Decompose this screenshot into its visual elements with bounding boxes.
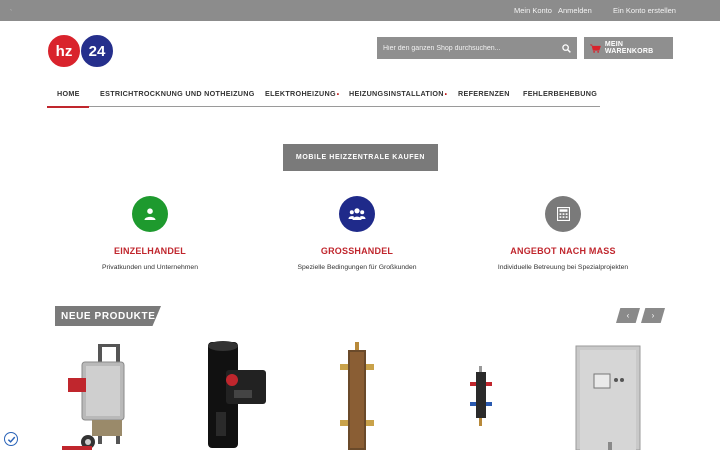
product-image-electric-boiler[interactable]	[574, 344, 642, 450]
nav-estrichtrocknung[interactable]: ESTRICHTROCKNUNG UND NOTHEIZUNG	[100, 89, 255, 98]
search-input[interactable]	[377, 37, 555, 59]
feature-subtitle: Spezielle Bedingungen für Großkunden	[297, 264, 417, 271]
logo-hz: hz	[47, 34, 81, 68]
create-account-link[interactable]: Ein Konto erstellen	[613, 6, 676, 15]
new-products-heading: NEUE PRODUKTE	[55, 306, 161, 326]
products-next-button[interactable]: ›	[641, 308, 665, 323]
logo-24: 24	[80, 34, 114, 68]
check-icon	[7, 436, 15, 443]
submenu-indicator-icon: •	[444, 92, 448, 98]
trust-badge[interactable]	[4, 432, 18, 446]
feature-angebot[interactable]: ANGEBOT NACH MASS Individuelle Betreuung…	[463, 196, 663, 271]
users-icon	[339, 196, 375, 232]
nav-fehlerbehebung[interactable]: FEHLERBEHEBUNG	[523, 89, 597, 98]
cart-icon	[590, 44, 601, 53]
feature-einzelhandel[interactable]: EINZELHANDEL Privatkunden und Unternehme…	[50, 196, 250, 271]
nav-home[interactable]: HOME	[57, 89, 80, 98]
product-image-pump-module[interactable]	[200, 340, 272, 450]
feature-title: EINZELHANDEL	[114, 246, 186, 256]
product-image-mobile-heater[interactable]	[58, 338, 142, 450]
my-account-link[interactable]: Mein Konto	[514, 6, 552, 15]
cart-label: MEIN WARENKORB	[604, 41, 654, 55]
product-image-hydraulic-separator[interactable]	[340, 342, 374, 450]
buy-mobile-heating-button[interactable]: MOBILE HEIZZENTRALE KAUFEN	[283, 144, 438, 171]
cart-button[interactable]: MEIN WARENKORB	[584, 37, 673, 59]
logo[interactable]: hz 24	[47, 34, 115, 68]
search-icon	[561, 43, 571, 53]
submenu-indicator-icon: •	[336, 92, 340, 98]
top-bar: ˎ Mein Konto Anmelden Ein Konto erstelle…	[0, 0, 720, 21]
user-icon	[132, 196, 168, 232]
nav-referenzen[interactable]: REFERENZEN	[458, 89, 510, 98]
feature-grosshandel[interactable]: GROSSHANDEL Spezielle Bedingungen für Gr…	[257, 196, 457, 271]
active-nav-indicator	[47, 106, 89, 108]
search-button[interactable]	[555, 37, 577, 59]
top-bar-mark: ˎ	[10, 4, 13, 11]
feature-title: ANGEBOT NACH MASS	[510, 246, 616, 256]
nav-heizungsinstallation[interactable]: HEIZUNGSINSTALLATION•	[349, 89, 447, 98]
feature-subtitle: Privatkunden und Unternehmen	[102, 264, 198, 271]
search-box	[377, 37, 577, 59]
feature-title: GROSSHANDEL	[320, 246, 394, 256]
calculator-icon	[545, 196, 581, 232]
feature-subtitle: Individuelle Betreuung bei Spezialprojek…	[497, 264, 629, 271]
nav-elektroheizung[interactable]: ELEKTROHEIZUNG•	[265, 89, 339, 98]
product-image-small-separator[interactable]	[470, 366, 492, 428]
login-link[interactable]: Anmelden	[558, 6, 592, 15]
main-nav: HOME ESTRICHTROCKNUNG UND NOTHEIZUNG ELE…	[47, 83, 600, 108]
products-prev-button[interactable]: ‹	[616, 308, 640, 323]
